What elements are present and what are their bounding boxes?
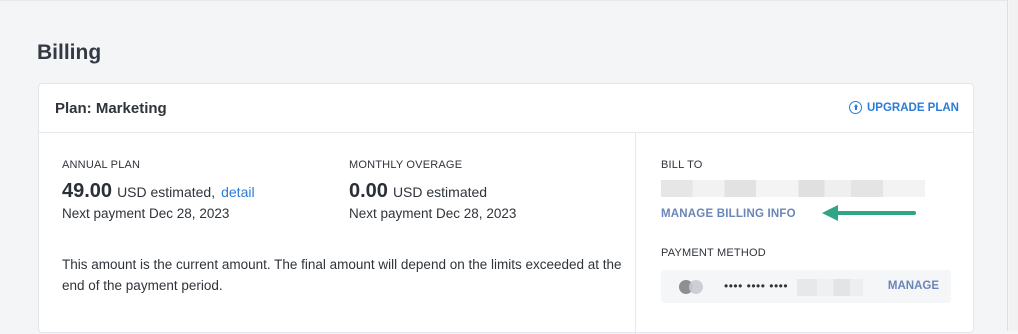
detail-link[interactable]: detail xyxy=(221,184,254,200)
monthly-unit: USD estimated xyxy=(392,184,488,200)
credit-card-icon xyxy=(679,280,705,294)
monthly-amount: 0.00 xyxy=(349,180,388,202)
card-number-redacted xyxy=(797,279,863,296)
amount-note: This amount is the current amount. The f… xyxy=(62,257,622,293)
arrow-up-circle-icon xyxy=(848,101,862,114)
bill-to-label-wrap: BILL TO xyxy=(661,159,703,171)
plan-card: Plan: Marketing UPGRADE PLAN ANNUAL PLAN… xyxy=(38,83,974,334)
scrollbar[interactable] xyxy=(1009,0,1018,331)
manage-payment-button[interactable]: MANAGE xyxy=(888,280,939,292)
annotation-arrow-icon xyxy=(822,205,916,221)
column-divider xyxy=(635,132,636,334)
plan-title: Plan: Marketing xyxy=(55,100,167,117)
bill-to-label: BILL TO xyxy=(661,159,703,171)
manage-billing-info-link[interactable]: MANAGE BILLING INFO xyxy=(661,208,796,220)
annual-unit: USD estimated, xyxy=(117,184,216,200)
payment-method-label: PAYMENT METHOD xyxy=(661,247,766,259)
monthly-overage-label: MONTHLY OVERAGE xyxy=(349,159,463,171)
annual-next-payment: Next payment Dec 28, 2023 xyxy=(62,206,230,221)
payment-method-label-wrap: PAYMENT METHOD xyxy=(661,247,766,259)
annual-amount: 49.00 xyxy=(62,180,113,202)
billing-page: Billing Plan: Marketing UPGRADE PLAN ANN… xyxy=(0,0,1008,334)
annual-plan-section: ANNUAL PLAN 49.00 USD estimated, detail … xyxy=(62,159,255,221)
monthly-overage-section: MONTHLY OVERAGE 0.00 USD estimated Next … xyxy=(349,159,516,221)
upgrade-plan-button[interactable]: UPGRADE PLAN xyxy=(848,101,959,114)
bill-to-redacted xyxy=(661,180,925,197)
annual-plan-label: ANNUAL PLAN xyxy=(62,159,141,171)
payment-method-row: •••• •••• •••• MANAGE xyxy=(661,270,951,303)
plan-card-header: Plan: Marketing UPGRADE PLAN xyxy=(39,84,973,133)
monthly-next-payment: Next payment Dec 28, 2023 xyxy=(349,206,517,221)
upgrade-plan-label: UPGRADE PLAN xyxy=(866,101,959,114)
masked-card-number: •••• •••• •••• xyxy=(724,279,789,293)
page-title: Billing xyxy=(37,41,102,64)
